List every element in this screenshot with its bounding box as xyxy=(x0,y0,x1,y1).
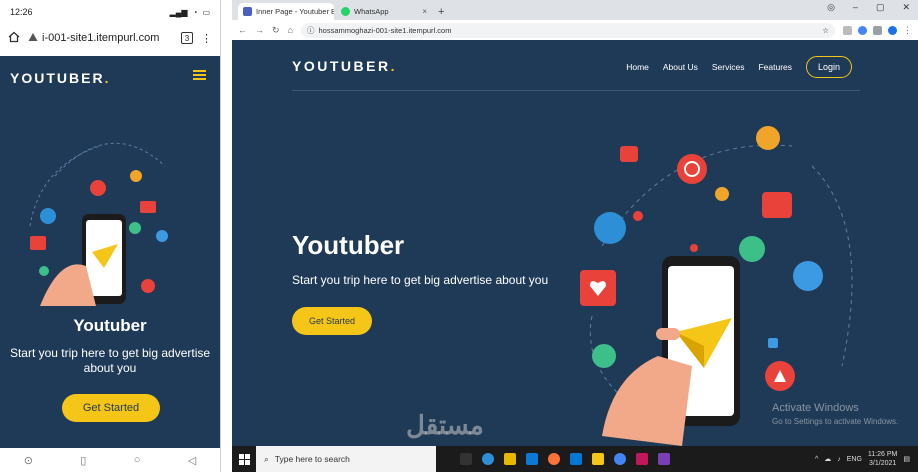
screenshot-root: 12:26 ▂▄▆ ◔ ▭ i-001-site1.itempurl.com 3… xyxy=(0,0,918,472)
extension-icon[interactable] xyxy=(843,25,852,35)
hamburger-menu-icon[interactable] xyxy=(193,68,206,82)
url-text: hossammoghazi-001-site1.itempurl.com xyxy=(318,25,452,35)
taskbar-apps xyxy=(460,453,670,465)
hero-title: Youtuber xyxy=(292,230,405,260)
mail-icon[interactable] xyxy=(526,453,538,465)
url-field[interactable]: ⓘ hossammoghazi-001-site1.itempurl.com ☆ xyxy=(300,22,835,38)
account-icon[interactable]: ◎ xyxy=(827,2,835,13)
tab-strip: Inner Page - Youtuber B... × WhatsApp × … xyxy=(232,0,918,20)
windows-taskbar: ⌕ Type here to search ^ ☁ ♪ ENG 11:26 PM… xyxy=(232,446,918,472)
login-button[interactable]: Login xyxy=(806,56,852,78)
get-started-button[interactable]: Get Started xyxy=(292,307,372,335)
clock-time: 11:26 PM xyxy=(867,451,898,458)
notification-icon[interactable]: ▤ xyxy=(903,455,910,463)
mobile-logo[interactable]: YOUTUBER. xyxy=(10,70,110,86)
task-view-icon[interactable] xyxy=(460,453,472,465)
nav-services-link[interactable]: Services xyxy=(712,62,745,72)
activate-windows-notice: Activate Windows Go to Settings to activ… xyxy=(772,402,898,426)
chrome-icon[interactable] xyxy=(614,453,626,465)
window-controls: ◎ – ▢ ✕ xyxy=(827,2,910,13)
nav-recent-icon[interactable]: ▯ xyxy=(80,454,86,467)
app-icon[interactable] xyxy=(636,453,648,465)
firefox-icon[interactable] xyxy=(548,453,560,465)
minimize-icon[interactable]: – xyxy=(853,2,858,13)
mobile-address-bar: i-001-site1.itempurl.com 3 ⋮ xyxy=(0,24,220,52)
file-explorer-icon[interactable] xyxy=(504,453,516,465)
tab-label: WhatsApp xyxy=(354,7,389,16)
nav-menu-icon[interactable]: ⊙ xyxy=(24,454,33,467)
mobile-url-text: i-001-site1.itempurl.com xyxy=(42,32,160,44)
store-icon[interactable] xyxy=(570,453,582,465)
extension-g-icon[interactable] xyxy=(858,25,867,35)
home-icon[interactable] xyxy=(8,31,20,46)
language-indicator[interactable]: ENG xyxy=(847,456,862,463)
visual-studio-icon[interactable] xyxy=(658,453,670,465)
system-tray: ^ ☁ ♪ ENG 11:26 PM 3/1/2021 ▤ xyxy=(815,450,918,468)
mobile-url-field[interactable]: i-001-site1.itempurl.com xyxy=(28,32,173,45)
activate-subtitle: Go to Settings to activate Windows. xyxy=(772,417,899,426)
signal-icon: ▂▄▆ xyxy=(169,7,188,17)
android-nav-bar: ⊙ ▯ ○ ◁ xyxy=(0,448,220,472)
home-icon[interactable]: ⌂ xyxy=(288,25,293,35)
extension-icon[interactable] xyxy=(873,25,882,35)
nav-back-icon[interactable]: ◁ xyxy=(188,454,196,467)
header-divider xyxy=(292,90,860,91)
activate-title: Activate Windows xyxy=(772,402,859,414)
mobile-hero-illustration xyxy=(29,142,168,306)
watermark-logo: مستقل xyxy=(406,410,484,440)
tab-label: Inner Page - Youtuber B... xyxy=(256,7,334,16)
extensions: ⋮ xyxy=(843,25,912,36)
close-window-icon[interactable]: ✕ xyxy=(902,2,910,13)
tray-chevron-icon[interactable]: ^ xyxy=(815,456,818,463)
nav-features-link[interactable]: Features xyxy=(758,62,792,72)
nav-home-icon[interactable]: ○ xyxy=(134,454,141,466)
maximize-icon[interactable]: ▢ xyxy=(876,2,885,13)
browser-tab-inner-page[interactable]: Inner Page - Youtuber B... × xyxy=(238,3,334,20)
windows-start-icon[interactable] xyxy=(232,446,256,472)
site-info-icon[interactable] xyxy=(28,32,38,45)
search-icon: ⌕ xyxy=(264,453,269,464)
browser-menu-icon[interactable]: ⋮ xyxy=(903,25,912,36)
mobile-get-started-button[interactable]: Get Started xyxy=(62,394,160,422)
mobile-page: YOUTUBER. Youtuber Start you trip here t… xyxy=(0,56,220,448)
close-tab-icon[interactable]: × xyxy=(422,7,427,16)
wifi-icon: ◔ xyxy=(192,7,198,17)
new-tab-icon[interactable]: + xyxy=(434,6,448,20)
taskbar-clock[interactable]: 11:26 PM 3/1/2021 xyxy=(868,450,897,468)
site-nav: Home About Us Services Features Login xyxy=(626,56,918,78)
bookmark-star-icon[interactable]: ☆ xyxy=(822,26,829,35)
status-time: 12:26 xyxy=(10,7,33,17)
hero-illustration xyxy=(580,126,853,446)
site-info-icon[interactable]: ⓘ xyxy=(307,25,315,36)
nav-about-link[interactable]: About Us xyxy=(663,62,698,72)
desktop-browser: Inner Page - Youtuber B... × WhatsApp × … xyxy=(232,0,918,472)
hero-subtitle: Start you trip here to get big advertise… xyxy=(292,273,549,287)
battery-icon: ▭ xyxy=(202,7,210,17)
site-logo[interactable]: YOUTUBER. xyxy=(292,58,397,74)
status-bar: 12:26 ▂▄▆ ◔ ▭ xyxy=(0,0,220,24)
mobile-browser: 12:26 ▂▄▆ ◔ ▭ i-001-site1.itempurl.com 3… xyxy=(0,0,221,472)
tab-switcher-button[interactable]: 3 xyxy=(181,32,193,44)
forward-icon[interactable]: → xyxy=(255,25,264,35)
mobile-hero-subtitle: Start you trip here to get big advertise… xyxy=(9,346,211,375)
status-icons: ▂▄▆ ◔ ▭ xyxy=(170,8,210,17)
whatsapp-favicon-icon xyxy=(341,7,350,16)
more-menu-icon[interactable]: ⋮ xyxy=(201,32,212,45)
profile-avatar-icon[interactable] xyxy=(888,25,897,35)
volume-icon[interactable]: ♪ xyxy=(837,456,841,463)
nav-home-link[interactable]: Home xyxy=(626,62,649,72)
address-toolbar: ← → ↻ ⌂ ⓘ hossammoghazi-001-site1.itempu… xyxy=(232,20,918,40)
cloud-icon[interactable]: ☁ xyxy=(824,455,831,463)
search-placeholder: Type here to search xyxy=(274,454,350,464)
website-viewport: YOUTUBER. Home About Us Services Feature… xyxy=(232,40,918,446)
sticky-notes-icon[interactable] xyxy=(592,453,604,465)
bootstrap-favicon-icon xyxy=(243,7,252,16)
mobile-hero-title: Youtuber xyxy=(73,316,147,335)
edge-icon[interactable] xyxy=(482,453,494,465)
taskbar-search-input[interactable]: ⌕ Type here to search xyxy=(256,446,436,472)
clock-date: 3/1/2021 xyxy=(869,460,897,467)
reload-icon[interactable]: ↻ xyxy=(272,25,280,36)
browser-tab-whatsapp[interactable]: WhatsApp × xyxy=(336,3,432,20)
back-icon[interactable]: ← xyxy=(238,25,247,35)
